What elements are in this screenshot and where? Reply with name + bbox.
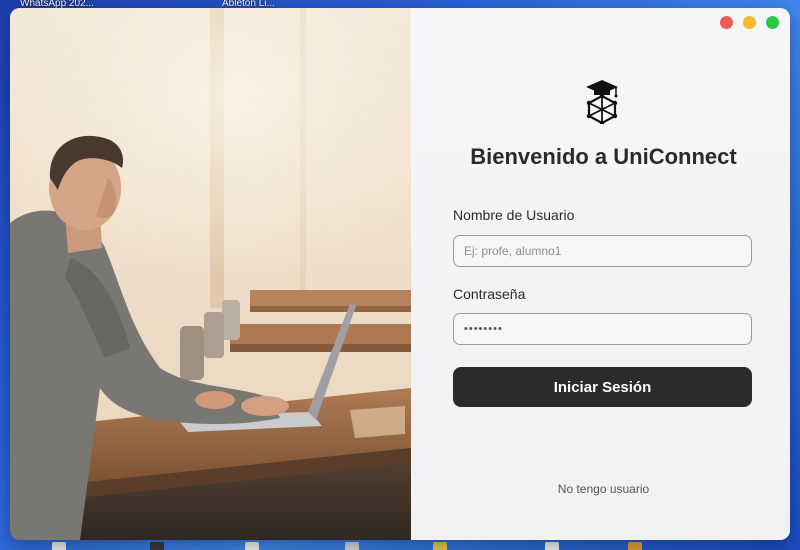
minimize-window-button[interactable] [743, 16, 756, 29]
username-input[interactable] [453, 235, 752, 267]
desktop-shortcut-ableton[interactable]: Ableton Li... [222, 0, 292, 8]
welcome-title: Bienvenido a UniConnect [470, 144, 737, 169]
taskbar-app-icon[interactable] [150, 542, 164, 550]
password-input[interactable] [453, 313, 752, 345]
login-form-panel: Bienvenido a UniConnect Nombre de Usuari… [411, 8, 790, 540]
hero-photo [10, 8, 411, 540]
close-window-button[interactable] [720, 16, 733, 29]
taskbar-app-icon[interactable] [628, 542, 642, 550]
password-label: Contraseña [453, 286, 526, 302]
username-label: Nombre de Usuario [453, 207, 575, 223]
login-button[interactable]: Iniciar Sesión [453, 367, 752, 407]
maximize-window-button[interactable] [766, 16, 779, 29]
desktop-shortcut-whatsapp[interactable]: WhatsApp 202... [20, 0, 115, 8]
taskbar-app-icon[interactable] [345, 542, 359, 550]
taskbar-app-icon[interactable] [245, 542, 259, 550]
login-window: Bienvenido a UniConnect Nombre de Usuari… [10, 8, 790, 540]
taskbar-app-icon[interactable] [433, 542, 447, 550]
no-account-link[interactable]: No tengo usuario [411, 482, 790, 496]
taskbar-app-icon[interactable] [545, 542, 559, 550]
taskbar-app-icon[interactable] [52, 542, 66, 550]
student-laptop-illustration [10, 8, 411, 540]
graduation-cap-network-icon [586, 80, 618, 124]
